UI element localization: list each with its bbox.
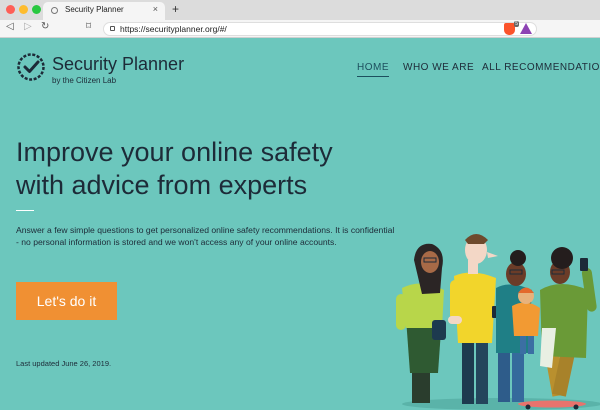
- browser-tab-bar: Security Planner × +: [0, 0, 600, 20]
- brave-icon[interactable]: 5: [504, 21, 519, 35]
- bookmark-icon[interactable]: ⌑: [86, 21, 91, 32]
- extension-badge: 5: [514, 21, 519, 27]
- tab-close-icon[interactable]: ×: [153, 4, 158, 14]
- favicon-icon: [51, 7, 58, 14]
- person-tall-man: [448, 234, 499, 404]
- page-content: Security Planner by the Citizen Lab HOME…: [0, 38, 600, 410]
- headline-line-2: with advice from experts: [16, 170, 308, 200]
- address-bar[interactable]: https://securityplanner.org/#/: [103, 22, 537, 36]
- maximize-window-button[interactable]: [32, 5, 41, 14]
- forward-icon[interactable]: ▷: [24, 21, 32, 32]
- lock-icon: [110, 26, 115, 31]
- logo-title: Security Planner: [52, 54, 185, 74]
- page-title: Improve your online safety with advice f…: [16, 136, 396, 202]
- close-window-button[interactable]: [6, 5, 15, 14]
- divider: [16, 210, 34, 211]
- triangle-icon[interactable]: [520, 23, 532, 34]
- people-illustration: [396, 234, 600, 410]
- reload-icon[interactable]: ↻: [41, 21, 49, 32]
- intro-text: Answer a few simple questions to get per…: [16, 225, 395, 247]
- lets-do-it-button[interactable]: Let's do it: [16, 282, 117, 320]
- new-tab-button[interactable]: +: [172, 2, 179, 16]
- nav-who-we-are[interactable]: WHO WE ARE: [403, 62, 474, 73]
- shield-check-icon: [17, 53, 45, 81]
- back-icon[interactable]: ◁: [6, 21, 14, 32]
- minimize-window-button[interactable]: [19, 5, 28, 14]
- person-with-child: [496, 250, 540, 402]
- last-updated-text: Last updated June 26, 2019.: [16, 359, 112, 368]
- logo-subtitle: by the Citizen Lab: [52, 76, 117, 85]
- browser-toolbar: ◁ ▷ ↻ ⌑ https://securityplanner.org/#/ 5: [0, 20, 600, 38]
- tab-title: Security Planner: [65, 5, 124, 14]
- person-left: [396, 243, 446, 403]
- nav-all-recommendations[interactable]: ALL RECOMMENDATIONS: [482, 62, 600, 73]
- browser-tab[interactable]: Security Planner ×: [43, 2, 165, 20]
- nav-home[interactable]: HOME: [357, 62, 389, 77]
- url-text: https://securityplanner.org/#/: [120, 24, 227, 34]
- headline-line-1: Improve your online safety: [16, 137, 333, 167]
